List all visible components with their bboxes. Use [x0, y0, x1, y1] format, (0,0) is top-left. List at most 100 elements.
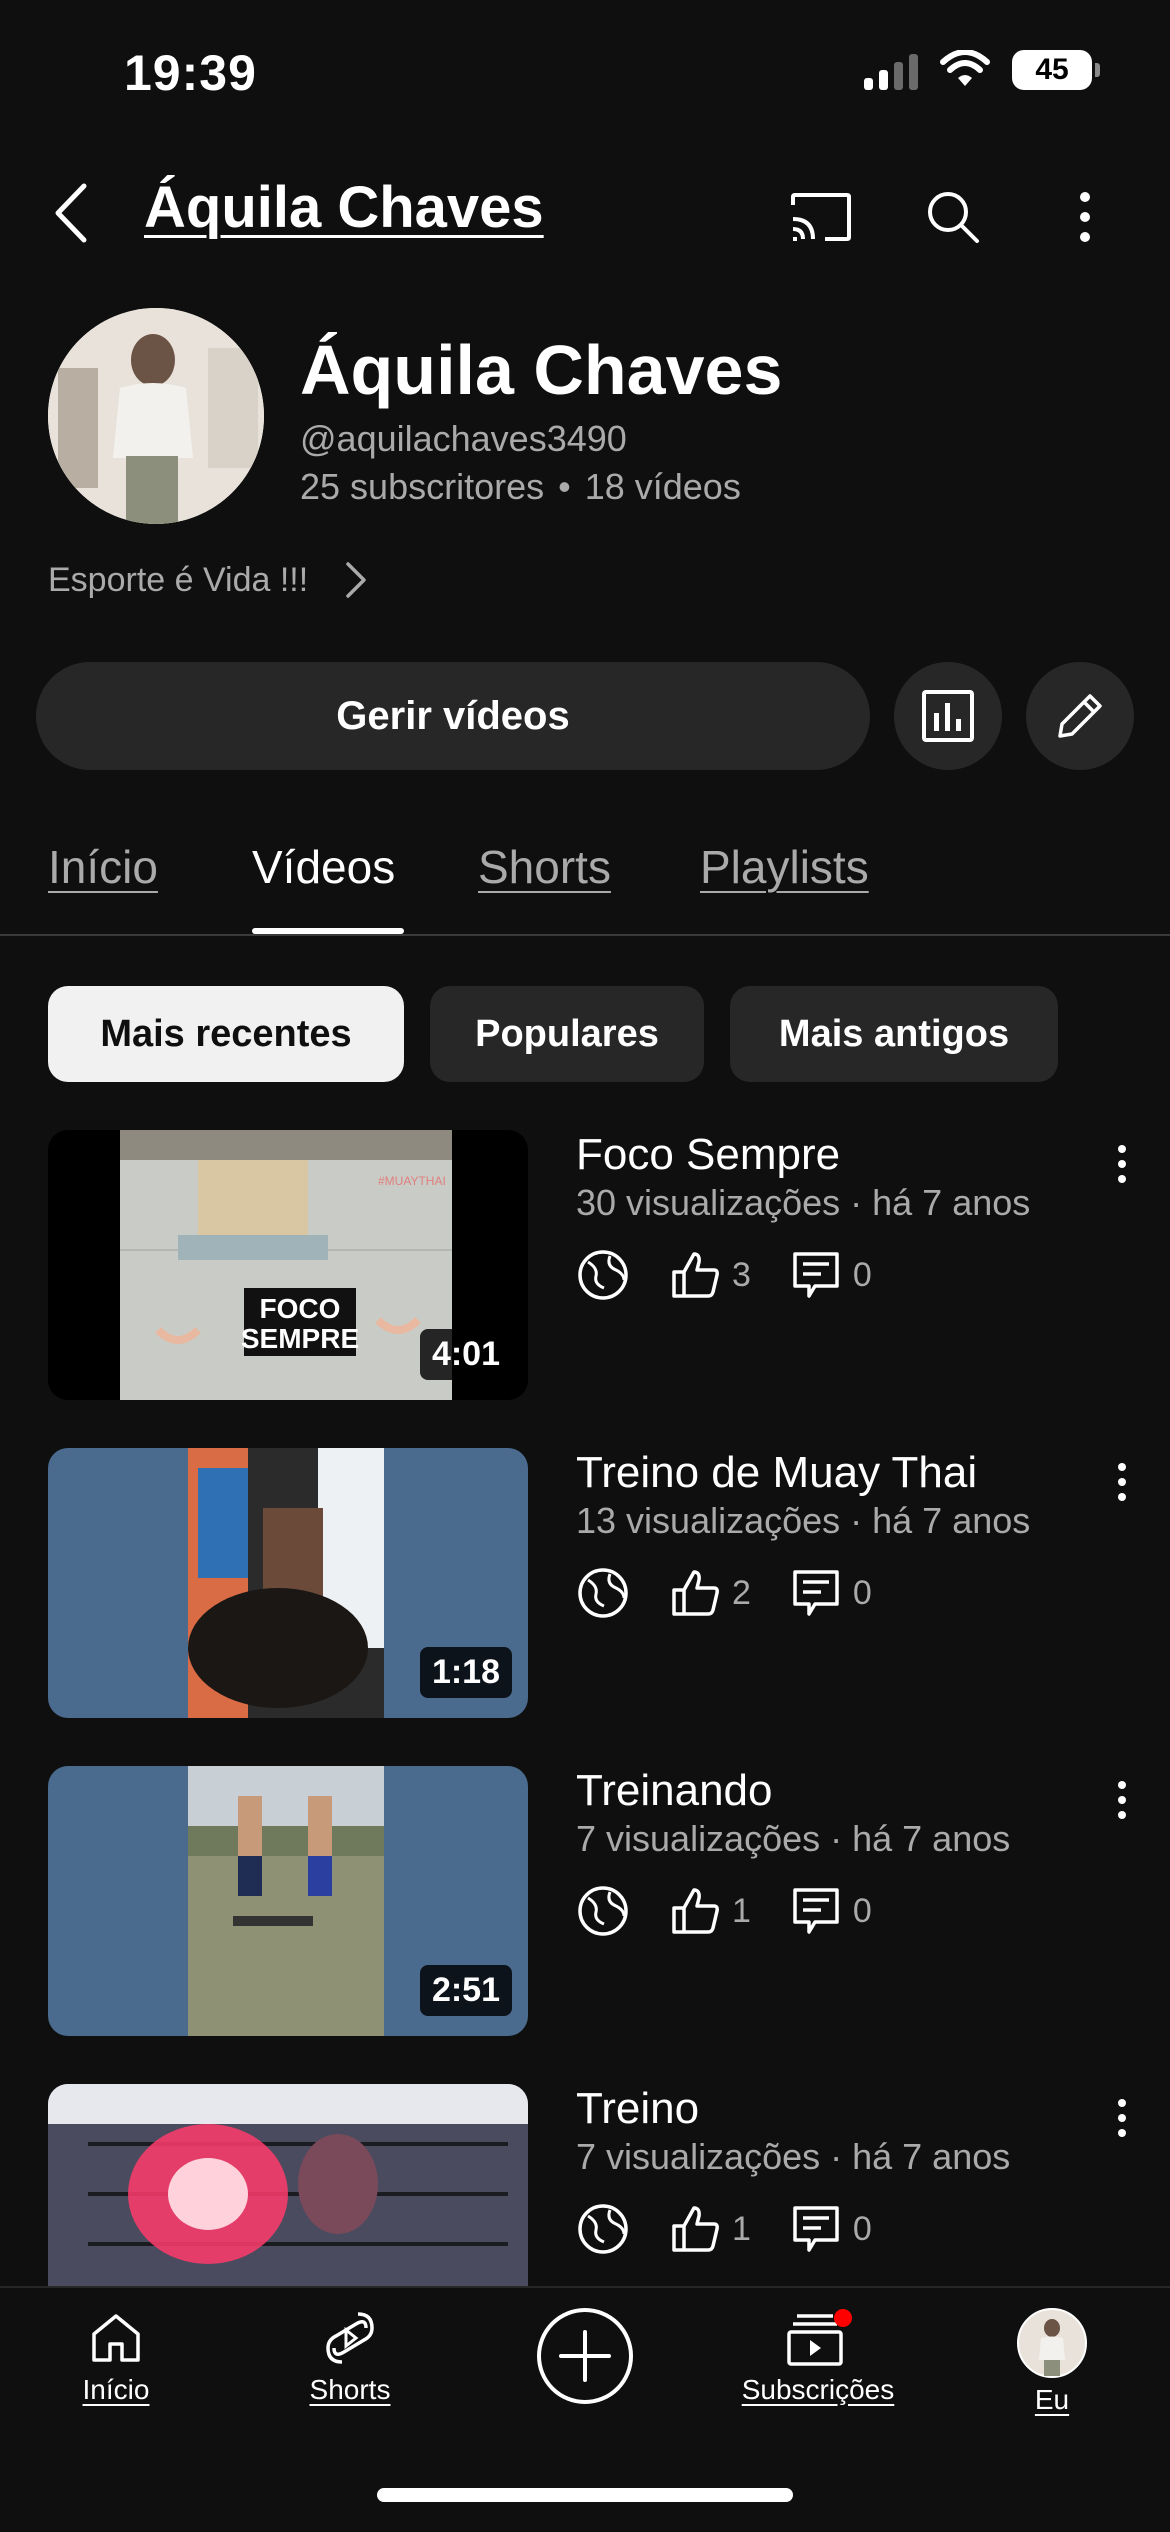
comment-count: 0	[852, 1573, 872, 1612]
comment-count: 0	[852, 2209, 872, 2248]
nav-home[interactable]: Início	[26, 2308, 206, 2406]
avatar-photo	[48, 308, 264, 524]
video-item[interactable]: 1:18 Treino de Muay Thai 13 visualizaçõe…	[0, 1448, 1170, 1728]
comment-icon	[793, 1888, 839, 1934]
description-text: Esporte é Vida !!!	[48, 560, 309, 599]
video-title[interactable]: Treinando	[576, 1766, 773, 1816]
like-count: 3	[732, 1255, 751, 1294]
tab-videos[interactable]: Vídeos	[252, 840, 395, 894]
video-duration: 4:01	[419, 1329, 512, 1380]
nav-you[interactable]: Eu	[962, 2308, 1142, 2416]
create-icon	[537, 2308, 633, 2404]
stats-separator: •	[558, 466, 571, 507]
video-stats: 2 0	[576, 1558, 872, 1628]
nav-create[interactable]	[495, 2306, 675, 2406]
comment-count: 0	[852, 1891, 872, 1930]
nav-home-label: Início	[82, 2374, 150, 2405]
shorts-icon	[326, 2312, 374, 2364]
video-meta: 30 visualizações · há 7 anos	[576, 1182, 1031, 1223]
active-tab-indicator	[252, 928, 404, 934]
more-options-button[interactable]	[1040, 172, 1130, 262]
more-vert-icon	[1118, 1463, 1126, 1501]
battery-icon: 45	[1012, 50, 1100, 90]
video-meta: 13 visualizações · há 7 anos	[576, 1500, 1031, 1541]
video-duration: 2:51	[419, 1965, 512, 2016]
thumb-tag: #MUAYTHAI	[378, 1174, 446, 1188]
video-stats: 3 0	[576, 1240, 872, 1310]
comment-icon	[793, 2206, 839, 2252]
like-icon	[672, 1570, 719, 1616]
edit-button[interactable]	[1026, 662, 1134, 770]
video-stats: 1 0	[576, 1876, 872, 1946]
video-thumbnail[interactable]: #MUAYTHAI FOCO SEMPRE 4:01	[48, 1130, 528, 1400]
globe-icon	[578, 2204, 628, 2254]
like-count: 1	[732, 2209, 751, 2248]
status-bar: 19:39 45	[0, 0, 1170, 150]
more-vert-icon	[1118, 1781, 1126, 1819]
channel-tabs: Início Vídeos Shorts Playlists	[0, 820, 1170, 936]
video-more-button[interactable]	[1102, 1770, 1142, 1830]
video-duration: 1:18	[419, 1647, 512, 1698]
globe-icon	[578, 1568, 628, 1618]
edit-icon	[1058, 694, 1102, 738]
video-more-button[interactable]	[1102, 1134, 1142, 1194]
channel-stats: 25 subscritores • 18 vídeos	[300, 466, 741, 508]
like-icon	[672, 1888, 719, 1934]
video-meta: 7 visualizações · há 7 anos	[576, 2136, 1011, 2177]
video-item[interactable]: #MUAYTHAI FOCO SEMPRE 4:01 Foco Sempre 3…	[0, 1130, 1170, 1410]
video-meta: 7 visualizações · há 7 anos	[576, 1818, 1011, 1859]
more-vert-icon	[1080, 192, 1090, 242]
video-item[interactable]: 2:51 Treinando 7 visualizações · há 7 an…	[0, 1766, 1170, 2046]
video-title[interactable]: Treino	[576, 2084, 699, 2134]
search-button[interactable]	[908, 172, 998, 262]
chip-latest[interactable]: Mais recentes	[48, 986, 404, 1082]
channel-handle: @aquilachaves3490	[300, 418, 627, 459]
nav-shorts-label: Shorts	[309, 2374, 391, 2405]
video-thumbnail[interactable]: 2:51	[48, 1766, 528, 2036]
globe-icon	[578, 1886, 628, 1936]
tab-playlists[interactable]: Playlists	[700, 840, 869, 894]
more-vert-icon	[1118, 2099, 1126, 2137]
comment-icon	[793, 1252, 839, 1298]
video-more-button[interactable]	[1102, 1452, 1142, 1512]
nav-shorts[interactable]: Shorts	[260, 2308, 440, 2406]
cast-button[interactable]	[776, 172, 866, 262]
nav-subscriptions[interactable]: Subscrições	[728, 2308, 908, 2406]
notification-dot	[834, 2309, 852, 2327]
signal-icon	[864, 50, 918, 90]
subscriber-count: 25 subscritores	[300, 466, 545, 507]
app-bar-title[interactable]: Áquila Chaves	[144, 174, 544, 241]
channel-avatar[interactable]	[48, 308, 264, 524]
chip-oldest[interactable]: Mais antigos	[730, 986, 1058, 1082]
search-icon	[928, 192, 979, 243]
back-icon[interactable]	[44, 178, 104, 248]
video-more-button[interactable]	[1102, 2088, 1142, 2148]
like-count: 1	[732, 1891, 751, 1930]
video-title[interactable]: Foco Sempre	[576, 1130, 840, 1180]
more-vert-icon	[1118, 1145, 1126, 1183]
video-thumbnail[interactable]: 1:18	[48, 1448, 528, 1718]
comment-count: 0	[852, 1255, 872, 1294]
avatar	[1017, 2308, 1087, 2378]
subscriptions-icon	[787, 2309, 852, 2366]
battery-level: 45	[1035, 53, 1069, 86]
like-icon	[672, 2206, 719, 2252]
tab-inicio[interactable]: Início	[48, 840, 158, 894]
chip-popular[interactable]: Populares	[430, 986, 704, 1082]
analytics-icon	[922, 690, 974, 742]
tab-shorts[interactable]: Shorts	[478, 840, 611, 894]
video-title[interactable]: Treino de Muay Thai	[576, 1448, 977, 1498]
chevron-right-icon	[346, 562, 366, 598]
home-icon	[92, 2314, 140, 2362]
wifi-icon	[940, 50, 990, 86]
manage-videos-button[interactable]: Gerir vídeos	[36, 662, 870, 770]
channel-description[interactable]: Esporte é Vida !!!	[48, 560, 368, 600]
analytics-button[interactable]	[894, 662, 1002, 770]
nav-subscriptions-label: Subscrições	[741, 2374, 895, 2405]
thumb-text-line1: FOCO	[260, 1293, 341, 1324]
home-indicator	[377, 2488, 793, 2502]
status-icons: 45	[864, 50, 1100, 90]
channel-name: Áquila Chaves	[300, 331, 783, 409]
nav-you-label: Eu	[1034, 2384, 1070, 2415]
cast-icon	[791, 193, 851, 241]
